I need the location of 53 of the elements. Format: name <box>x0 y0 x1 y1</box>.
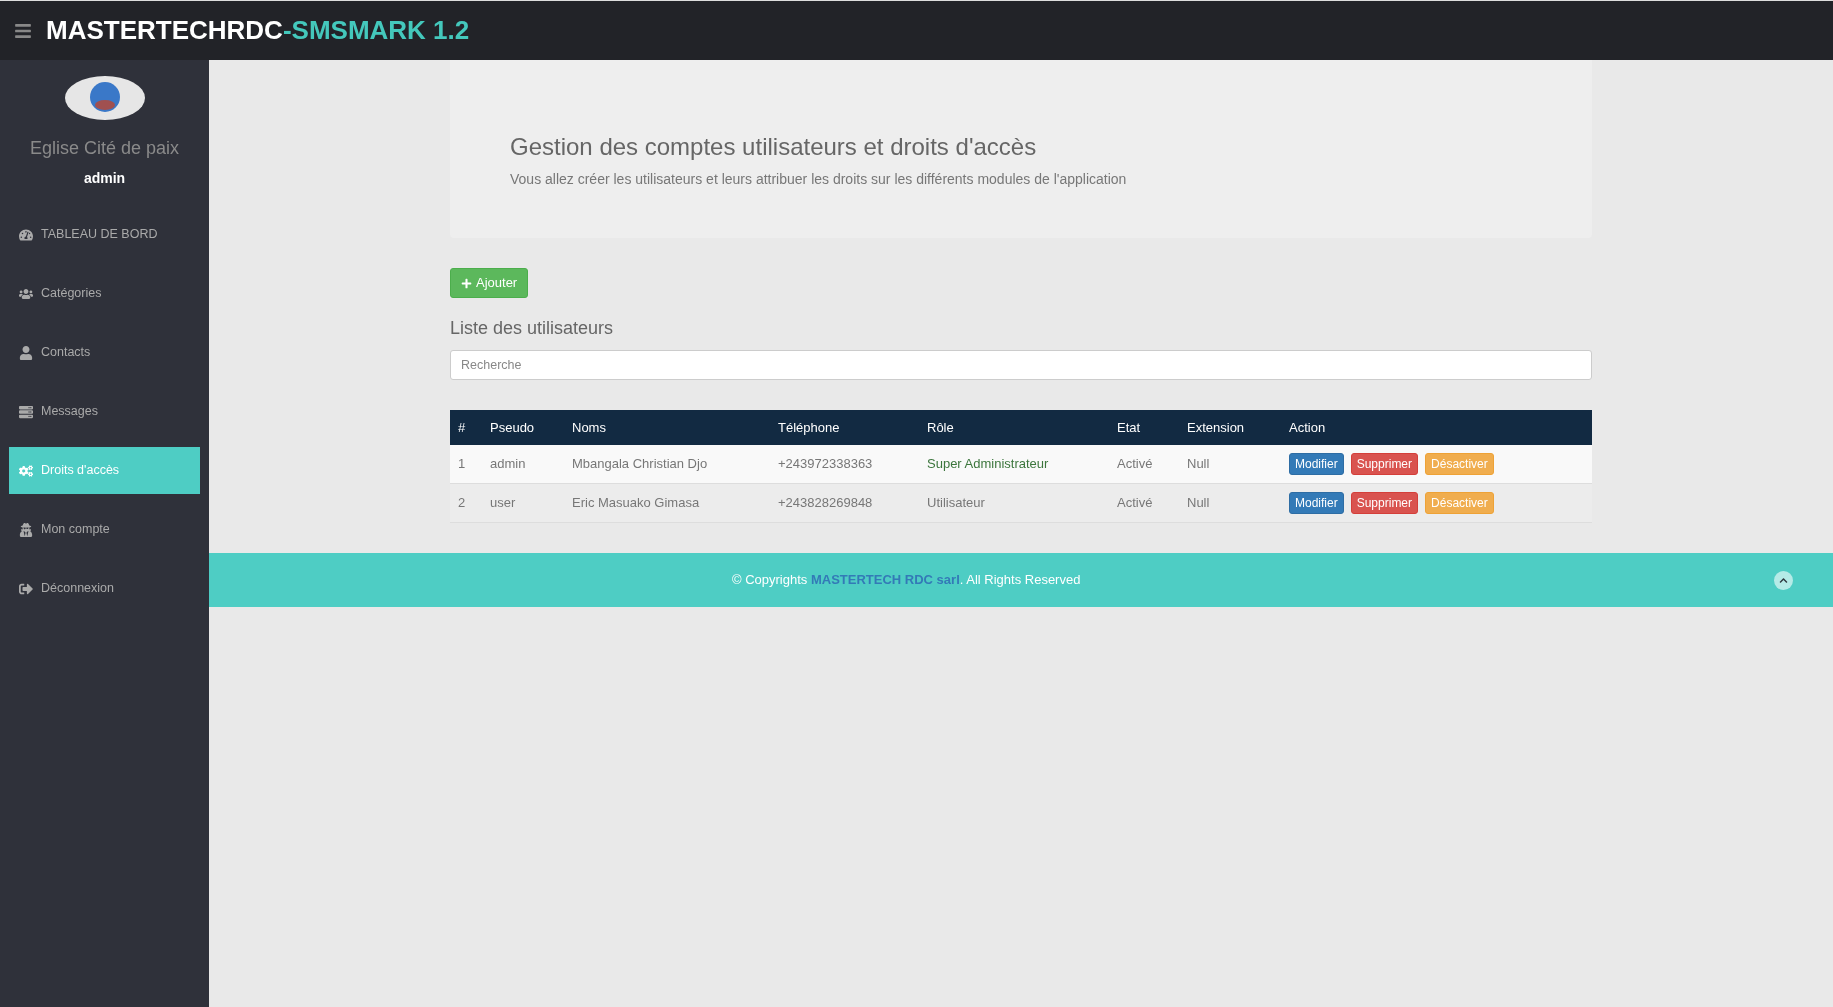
table-cell: admin <box>490 456 526 472</box>
column-header: Etat <box>1117 419 1141 435</box>
page-subtitle: Vous allez créer les utilisateurs et leurs attribuer les droits sur les différents modules de l'application <box>510 170 1128 189</box>
action-button[interactable]: Modifier <box>1289 492 1344 514</box>
table-cell: +243972338363 <box>778 456 873 472</box>
table-cell: Eric Masuako Gimasa <box>572 495 700 511</box>
menu-icon[interactable] <box>14 21 32 40</box>
sidebar-item[interactable]: Messages <box>9 388 200 435</box>
sidebar-item[interactable]: Déconnexion <box>9 565 200 612</box>
copyright-text: © Copyrights MASTERTECH RDC sarl. All Rights Reserved <box>732 571 1081 590</box>
menu-item-icon <box>19 286 33 301</box>
organization-name: Eglise Cité de paix <box>28 137 181 160</box>
column-header: Extension <box>1187 419 1245 435</box>
table-cell: Null <box>1187 456 1210 472</box>
user-name: admin <box>82 169 127 188</box>
sidebar-item[interactable]: TABLEAU DE BORD <box>9 211 200 258</box>
action-button[interactable]: Supprimer <box>1350 492 1419 514</box>
table-cell: 1 <box>458 456 466 472</box>
page-title: Gestion des comptes utilisateurs et droits d'accès <box>510 132 1038 162</box>
column-header: Action <box>1289 419 1326 435</box>
menu-item-icon <box>19 522 33 537</box>
add-button[interactable]: Ajouter <box>450 268 529 298</box>
table-cell: 2 <box>458 495 466 511</box>
list-title: Liste des utilisateurs <box>450 317 615 340</box>
menu-item-icon <box>19 463 33 478</box>
menu-item-icon <box>19 345 33 360</box>
table-cell: +243828269848 <box>778 495 873 511</box>
chevron-up-icon <box>1779 575 1788 585</box>
action-button[interactable]: Modifier <box>1289 453 1344 475</box>
scroll-top-button[interactable] <box>1774 570 1793 590</box>
action-button[interactable]: Supprimer <box>1350 453 1419 475</box>
column-header: Pseudo <box>490 419 535 435</box>
column-header: # <box>458 419 466 435</box>
table-cell: Utilisateur <box>927 495 985 511</box>
sidebar-item[interactable]: Contacts <box>9 329 200 376</box>
company-link[interactable]: MASTERTECH RDC sarl <box>810 572 960 588</box>
plus-icon <box>461 277 472 289</box>
column-header: Téléphone <box>778 419 840 435</box>
table-cell: user <box>490 495 516 511</box>
table-cell: Activé <box>1117 495 1153 511</box>
column-header: Rôle <box>927 419 954 435</box>
app-title: MASTERTECHRDC-SMSMARK 1.2 <box>46 14 470 47</box>
table-cell: Activé <box>1117 456 1153 472</box>
menu-item-icon <box>19 404 33 419</box>
table-cell: Super Administrateur <box>927 456 1049 472</box>
menu-item-icon <box>19 581 33 596</box>
table-cell: Null <box>1187 495 1210 511</box>
column-header: Noms <box>572 419 606 435</box>
sidebar-item[interactable]: Mon compte <box>9 506 200 553</box>
search-field[interactable]: Recherche <box>450 350 1592 380</box>
menu-item-icon <box>19 227 33 242</box>
table-cell: Mbangala Christian Djo <box>572 456 708 472</box>
sidebar-item[interactable]: Catégories <box>9 270 200 317</box>
